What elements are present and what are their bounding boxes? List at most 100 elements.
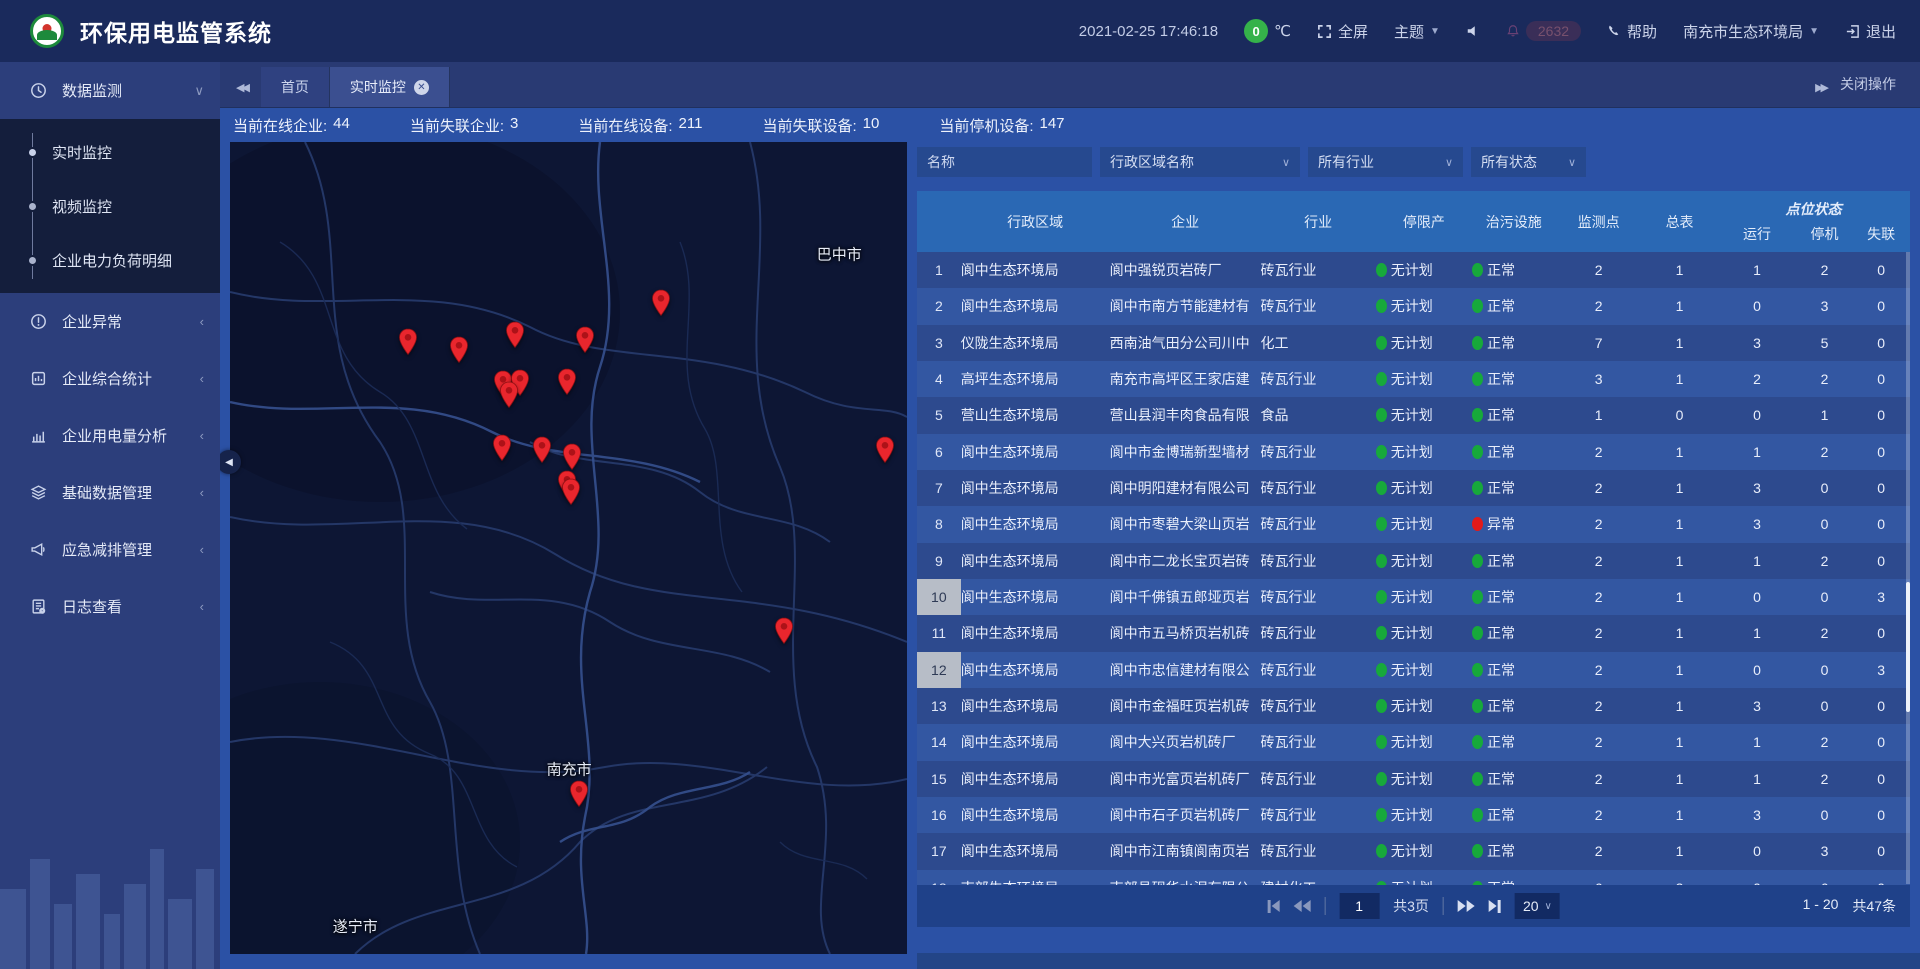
region-filter-select[interactable]: 行政区域名称 ∨ [1100,147,1300,177]
table-row[interactable]: 11阆中生态环境局阆中市五马桥页岩机砖砖瓦行业无计划正常21120 [917,615,1910,651]
table-row[interactable]: 1阆中生态环境局阆中强锐页岩砖厂砖瓦行业无计划正常21120 [917,252,1910,288]
help-button[interactable]: 帮助 [1607,21,1657,42]
cell-facility: 正常 [1472,724,1555,760]
cell-plan: 无计划 [1376,288,1472,324]
table-row[interactable]: 7阆中生态环境局阆中明阳建材有限公司砖瓦行业无计划正常21300 [917,470,1910,506]
table-row[interactable]: 16阆中生态环境局阆中市石子页岩机砖厂砖瓦行业无计划正常21300 [917,797,1910,833]
map-pin[interactable] [492,434,512,462]
main-content: 当前在线企业:44当前失联企业:3当前在线设备:211当前失联设备:10当前停机… [220,62,1920,969]
table-row[interactable]: 8阆中生态环境局阆中市枣碧大梁山页岩砖瓦行业无计划异常21300 [917,506,1910,542]
table-row[interactable]: 10阆中生态环境局阆中千佛镇五郎垭页岩砖瓦行业无计划正常21003 [917,579,1910,615]
tab-0[interactable]: 首页 [261,67,330,107]
sidebar-item-2[interactable]: 企业综合统计‹ [0,350,220,407]
map-pin[interactable] [505,321,525,349]
sidebar-item-6[interactable]: 日志查看‹ [0,578,220,635]
map-pin[interactable] [499,381,519,409]
cell-meters: 1 [1642,506,1717,542]
sidebar-item-5[interactable]: 应急减排管理‹ [0,521,220,578]
last-page-button[interactable] [1489,900,1501,913]
cell-facility: 正常 [1472,325,1555,361]
table-row[interactable]: 13阆中生态环境局阆中市金福旺页岩机砖砖瓦行业无计划正常21300 [917,688,1910,724]
notifications-button[interactable]: 2632 [1506,21,1581,41]
cell-offline: 0 [1852,870,1910,885]
sidebar-item-0[interactable]: 数据监测∨ [0,62,220,119]
status-filter-select[interactable]: 所有状态 ∨ [1471,147,1586,177]
table-row[interactable]: 15阆中生态环境局阆中市光富页岩机砖厂砖瓦行业无计划正常21120 [917,761,1910,797]
sidebar-collapse-button[interactable]: ◀ [217,450,241,474]
close-tab-icon[interactable]: ✕ [414,80,429,95]
map-pin[interactable] [651,289,671,317]
close-operations-button[interactable]: 关闭操作 [1840,74,1920,107]
sidebar-item-3[interactable]: 企业用电量分析‹ [0,407,220,464]
table-row[interactable]: 12阆中生态环境局阆中市忠信建材有限公砖瓦行业无计划正常21003 [917,652,1910,688]
page-number-input[interactable] [1339,893,1379,919]
map-pin[interactable] [449,336,469,364]
tabs-scroll-right-button[interactable]: ▶▶ [1799,81,1840,107]
fullscreen-button[interactable]: 全屏 [1317,21,1368,42]
table-row[interactable]: 18南部生态环境局南部县砚华水泥有限公建材化工无计划正常62060 [917,870,1910,885]
next-page-button[interactable] [1458,900,1475,912]
cell-stopped: 0 [1797,688,1853,724]
org-dropdown[interactable]: 南充市生态环境局▼ [1683,21,1819,42]
stat-label: 当前失联企业: [410,115,504,136]
table-row[interactable]: 2阆中生态环境局阆中市南方节能建材有砖瓦行业无计划正常21030 [917,288,1910,324]
column-header-6: 监测点 [1555,191,1641,252]
map-pin[interactable] [561,478,581,506]
chevron-down-icon: ∨ [1558,156,1576,169]
tab-1[interactable]: 实时监控✕ [330,67,450,107]
name-filter-input[interactable] [917,147,1092,177]
cell-running: 0 [1717,579,1796,615]
facility-label: 正常 [1487,696,1515,716]
status-dot-green-icon [1472,554,1483,568]
logout-button[interactable]: 退出 [1845,21,1896,42]
theme-dropdown[interactable]: 主题▼ [1394,21,1440,42]
table-row[interactable]: 4高坪生态环境局南充市高坪区王家店建砖瓦行业无计划正常31220 [917,361,1910,397]
cell-offline: 0 [1852,833,1910,869]
sidebar-menu: 数据监测∨ 实时监控视频监控企业电力负荷明细企业异常‹企业综合统计‹企业用电量分析… [0,62,220,635]
bottom-band [917,953,1920,969]
cell-region: 阆中生态环境局 [961,761,1110,797]
map-panel[interactable]: 巴中市南充市遂宁市 [230,142,907,954]
timeline-dot-icon [27,147,38,158]
cell-facility: 正常 [1472,579,1555,615]
cell-industry: 砖瓦行业 [1261,361,1376,397]
sidebar-item-1[interactable]: 企业异常‹ [0,293,220,350]
table-row[interactable]: 14阆中生态环境局阆中大兴页岩机砖厂砖瓦行业无计划正常21120 [917,724,1910,760]
temperature-unit: ℃ [1274,22,1291,40]
industry-filter-select[interactable]: 所有行业 ∨ [1308,147,1463,177]
scrollbar-track[interactable] [1906,252,1910,884]
mute-button[interactable] [1466,24,1480,38]
sidebar-subitem-2[interactable]: 企业电力负荷明细 [0,233,220,287]
scrollbar-thumb[interactable] [1906,582,1910,712]
plan-label: 无计划 [1391,442,1433,462]
cell-facility: 正常 [1472,434,1555,470]
page-size-select[interactable]: 20 ∨ [1515,893,1560,919]
cell-company: 阆中千佛镇五郎垭页岩 [1110,579,1261,615]
map-pin[interactable] [774,617,794,645]
table-row[interactable]: 3仪陇生态环境局西南油气田分公司川中化工无计划正常71350 [917,325,1910,361]
cell-offline: 3 [1852,579,1910,615]
cell-points: 2 [1555,688,1641,724]
tabs-scroll-left-button[interactable]: ◀◀ [220,81,261,107]
first-page-button[interactable] [1267,900,1279,913]
map-pin[interactable] [875,436,895,464]
map-pin[interactable] [532,436,552,464]
sidebar-subitem-1[interactable]: 视频监控 [0,179,220,233]
map-pin[interactable] [569,780,589,808]
table-row[interactable]: 5营山生态环境局营山县润丰肉食品有限食品无计划正常10010 [917,397,1910,433]
map-pin[interactable] [557,368,577,396]
map-pin[interactable] [575,326,595,354]
table-row[interactable]: 17阆中生态环境局阆中市江南镇阆南页岩砖瓦行业无计划正常21030 [917,833,1910,869]
row-number: 16 [917,797,961,833]
table-row[interactable]: 6阆中生态环境局阆中市金博瑞新型墙材砖瓦行业无计划正常21120 [917,434,1910,470]
map-pin[interactable] [562,443,582,471]
sidebar-subitem-0[interactable]: 实时监控 [0,125,220,179]
table-row[interactable]: 9阆中生态环境局阆中市二龙长宝页岩砖砖瓦行业无计划正常21120 [917,543,1910,579]
cell-region: 营山生态环境局 [961,397,1110,433]
previous-page-button[interactable] [1293,900,1310,912]
map-pin[interactable] [398,328,418,356]
sidebar-item-4[interactable]: 基础数据管理‹ [0,464,220,521]
cell-company: 阆中强锐页岩砖厂 [1110,252,1261,288]
cell-industry: 砖瓦行业 [1261,470,1376,506]
cell-region: 高坪生态环境局 [961,361,1110,397]
